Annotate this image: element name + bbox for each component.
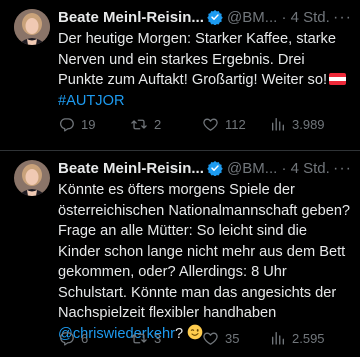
reply-count: 6 [81,330,89,346]
like-count: 112 [225,116,246,132]
tweet-text: Der heutige Morgen: Starker Kaffee, star… [58,29,352,111]
timestamp[interactable]: 4 Std. [291,9,330,26]
separator-dot: · [281,160,287,177]
tweet-feed: Beate Meinl-Reisin... @BM... · 4 Std. ··… [0,0,360,357]
hashtag-link[interactable]: #AUTJOR [58,93,125,109]
author-handle[interactable]: @BM... [227,9,277,26]
reply-button[interactable]: 19 [58,114,95,134]
author-name[interactable]: Beate Meinl-Reisin... [58,9,204,26]
author-handle[interactable]: @BM... [227,160,277,177]
more-options-icon[interactable]: ··· [333,7,352,29]
tweet-actions: 6 3 35 2.595 [58,328,352,348]
views-chart-icon [272,332,284,345]
reply-icon [59,331,74,346]
separator-dot: · [281,9,287,26]
views-button[interactable]: 2.595 [270,328,325,348]
tweet-actions: 19 2 112 3.989 [58,114,352,134]
timestamp[interactable]: 4 Std. [291,160,330,177]
retweet-count: 2 [154,116,162,132]
view-count: 2.595 [292,330,325,346]
avatar[interactable] [14,9,50,45]
austria-flag-emoji [329,73,347,85]
retweet-icon [131,333,147,343]
tweet-text: Könnte es öfters morgens Spiele der öste… [58,180,352,346]
retweet-button[interactable]: 3 [130,328,161,348]
retweet-icon [131,119,147,129]
avatar[interactable] [14,160,50,196]
tweet-text-main: Könnte es öfters morgens Spiele der öste… [58,182,351,321]
view-count: 3.989 [292,116,325,132]
reply-icon [59,117,74,132]
like-button[interactable]: 35 [202,328,239,348]
views-button[interactable]: 3.989 [270,114,325,134]
views-chart-icon [272,118,284,131]
reply-count: 19 [81,116,96,132]
retweet-count: 3 [154,330,162,346]
like-button[interactable]: 112 [202,114,246,134]
tweet[interactable]: Beate Meinl-Reisin... @BM... · 4 Std. ··… [0,151,360,357]
more-options-icon[interactable]: ··· [333,158,352,180]
heart-icon [203,332,218,345]
reply-button[interactable]: 6 [58,328,88,348]
tweet-text-main: Der heutige Morgen: Starker Kaffee, star… [58,31,336,88]
tweet[interactable]: Beate Meinl-Reisin... @BM... · 4 Std. ··… [0,0,360,150]
heart-icon [203,118,218,131]
retweet-button[interactable]: 2 [130,114,161,134]
like-count: 35 [225,330,240,346]
author-name[interactable]: Beate Meinl-Reisin... [58,160,204,177]
